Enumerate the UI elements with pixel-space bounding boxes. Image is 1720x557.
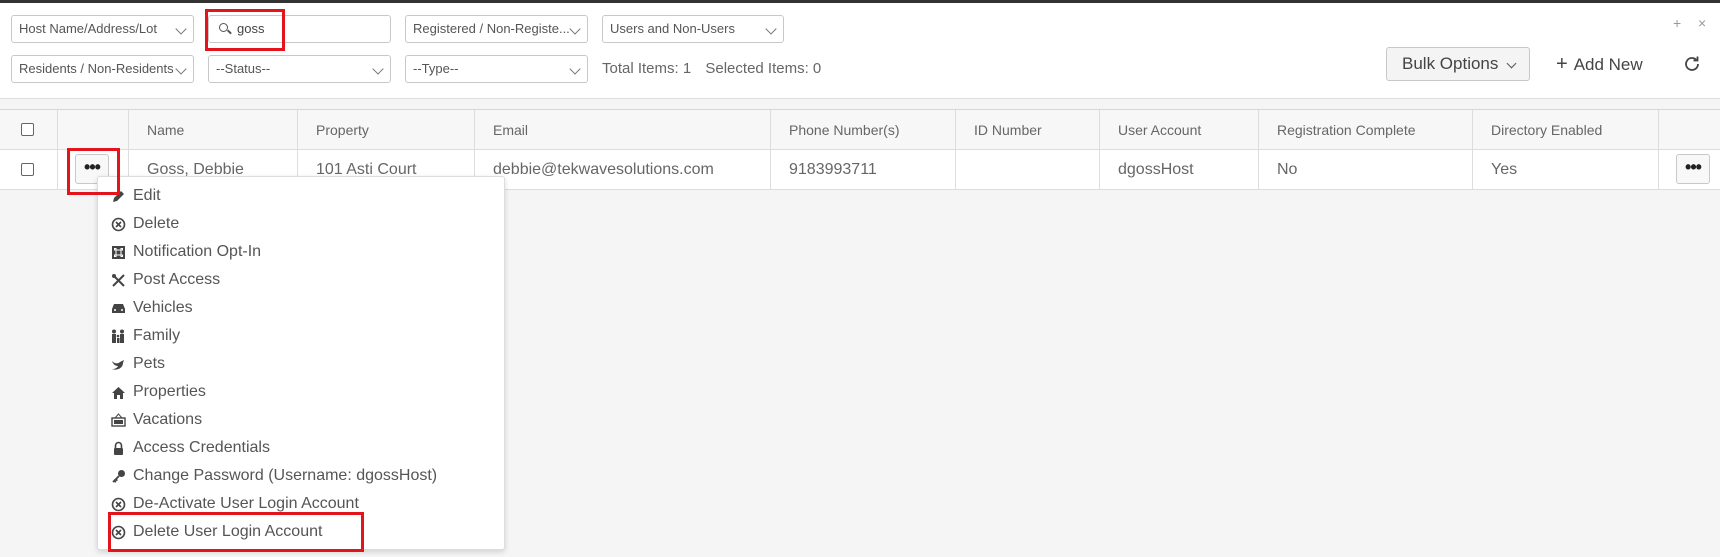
car-icon [112,304,125,313]
menu-item-access-credentials[interactable]: Access Credentials [114,437,270,459]
header-name[interactable]: Name [128,110,297,150]
registered-filter-value: Registered / Non-Registe... [413,21,570,36]
type-filter-select[interactable]: --Type-- [405,55,588,83]
refresh-icon[interactable] [1683,55,1701,73]
cell-registration-complete: No [1258,150,1472,190]
lock-icon [114,441,123,455]
circle-x-icon [111,497,126,512]
menu-item-notification-opt-in[interactable]: Notification Opt-In [112,241,262,263]
header-directory-enabled[interactable]: Directory Enabled [1472,110,1658,150]
command-icon [112,246,125,259]
menu-item-change-password[interactable]: Change Password (Username: dgossHost) [112,465,438,487]
menu-item-family[interactable]: Family [112,325,181,347]
row-more-button[interactable]: ••• [1676,154,1710,184]
registered-filter-select[interactable]: Registered / Non-Registe... [405,15,588,43]
menu-item-vehicles[interactable]: Vehicles [112,297,193,319]
menu-item-label: Vacations [133,411,203,428]
cell-user-account: dgossHost [1099,150,1258,190]
header-phone[interactable]: Phone Number(s) [770,110,955,150]
home-icon [112,387,125,399]
add-new-label: Add New [1573,55,1643,74]
bird-icon [112,360,124,370]
chevron-down-icon [175,23,187,35]
header-id-number[interactable]: ID Number [955,110,1099,150]
menu-item-label: Edit [133,187,161,204]
table-header-row: Name Property Email Phone Number(s) ID N… [0,110,1720,150]
row-actions-menu: Edit Delete Notification Opt-In Post Acc… [97,176,505,550]
residents-filter-value: Residents / Non-Residents [19,61,174,76]
users-filter-value: Users and Non-Users [610,21,735,36]
close-icon[interactable]: × [1698,15,1706,31]
host-filter-select[interactable]: Host Name/Address/Lot [11,15,194,43]
bulk-options-button[interactable]: Bulk Options [1386,47,1530,81]
selected-items: Selected Items: 0 [705,60,822,77]
status-filter-value: --Status-- [216,61,271,76]
total-items: Total Items: 1 [602,60,692,77]
chevron-down-icon [1506,58,1517,69]
menu-item-label: Change Password (Username: dgossHost) [133,467,438,484]
highlight-delete-login [108,512,364,552]
menu-item-vacations[interactable]: Vacations [111,409,203,431]
key-icon [112,470,125,483]
status-filter-select[interactable]: --Status-- [208,55,391,83]
header-user-account[interactable]: User Account [1099,110,1258,150]
type-filter-value: --Type-- [413,61,459,76]
out-sign-icon [111,413,126,427]
add-new-button[interactable]: + Add New [1556,53,1643,76]
menu-item-label: Notification Opt-In [133,243,262,260]
menu-item-post-access[interactable]: Post Access [112,269,221,291]
menu-item-label: De-Activate User Login Account [133,495,359,512]
tools-icon [112,274,125,287]
chevron-down-icon [569,63,581,75]
host-filter-value: Host Name/Address/Lot [19,21,158,36]
header-property[interactable]: Property [297,110,474,150]
chevron-down-icon [175,63,187,75]
plus-icon: + [1556,53,1568,75]
chevron-down-icon [372,63,384,75]
chevron-down-icon [569,23,581,35]
menu-item-label: Access Credentials [133,439,270,456]
header-email[interactable]: Email [474,110,770,150]
highlight-search-box [205,9,285,51]
family-icon [112,329,124,343]
cell-email: debbie@tekwavesolutions.com [474,150,770,190]
cell-phone: 9183993711 [770,150,955,190]
menu-item-label: Delete [133,215,180,232]
bulk-options-label: Bulk Options [1402,54,1499,73]
divider [0,98,1720,99]
highlight-actions-button [67,148,120,195]
menu-item-label: Family [133,327,181,344]
cell-id-number [955,150,1099,190]
menu-item-properties[interactable]: Properties [112,381,206,403]
chevron-down-icon [765,23,777,35]
menu-item-label: Properties [133,383,206,400]
header-actions [57,110,128,150]
maximize-icon[interactable]: + [1673,15,1681,31]
totals-text: Total Items: 1 Selected Items: 0 [602,60,831,77]
menu-item-delete[interactable]: Delete [111,213,180,235]
cell-directory-enabled: Yes [1472,150,1658,190]
row-checkbox[interactable] [21,163,34,176]
menu-item-edit[interactable]: Edit [113,185,161,207]
users-filter-select[interactable]: Users and Non-Users [602,15,784,43]
menu-item-pets[interactable]: Pets [112,353,166,375]
residents-filter-select[interactable]: Residents / Non-Residents [11,55,194,83]
header-row-actions [1658,110,1720,150]
menu-item-label: Post Access [133,271,221,288]
header-registration-complete[interactable]: Registration Complete [1258,110,1472,150]
menu-item-label: Pets [133,355,166,372]
circle-x-icon [111,217,126,232]
select-all-checkbox[interactable] [21,123,34,136]
menu-item-label: Vehicles [133,299,193,316]
